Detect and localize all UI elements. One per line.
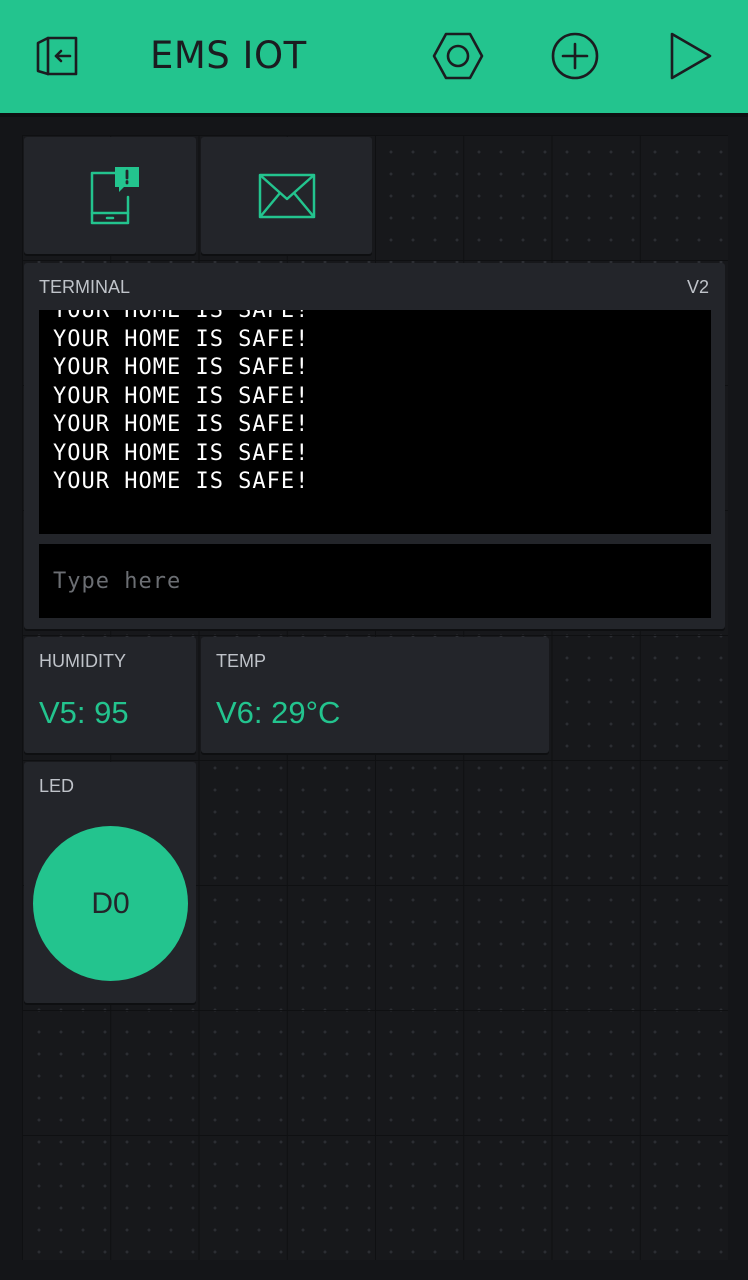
d0-button[interactable]: D0 bbox=[33, 826, 188, 981]
terminal-widget: TERMINAL V2 YOUR HOME IS SAFE! YOUR HOME … bbox=[24, 263, 725, 629]
humidity-widget: HUMIDITY V5: 95 bbox=[24, 637, 196, 753]
notification-widget[interactable] bbox=[24, 137, 196, 254]
terminal-line: YOUR HOME IS SAFE! bbox=[53, 355, 310, 380]
phone-notification-icon bbox=[86, 165, 140, 231]
humidity-label: HUMIDITY bbox=[39, 651, 126, 671]
terminal-pin: V2 bbox=[686, 277, 709, 297]
terminal-input-box[interactable] bbox=[39, 544, 711, 618]
terminal-lines: YOUR HOME IS SAFE! YOUR HOME IS SAFE! YOUR… bbox=[53, 310, 309, 497]
settings-nut-icon[interactable] bbox=[432, 30, 484, 82]
temp-label: TEMP bbox=[216, 651, 267, 671]
terminal-line: YOUR HOME IS SAFE! bbox=[53, 383, 310, 409]
top-bar: EMS IOT bbox=[0, 0, 748, 113]
terminal-line: YOUR HOME IS SAFE! bbox=[53, 326, 310, 352]
play-icon[interactable] bbox=[664, 30, 716, 82]
terminal-line: YOUR HOME IS SAFE! bbox=[53, 412, 310, 437]
add-widget-icon[interactable] bbox=[549, 30, 601, 82]
terminal-line: YOUR HOME IS SAFE! bbox=[53, 469, 310, 494]
led-widget: LED D0 bbox=[24, 762, 196, 1003]
email-widget[interactable] bbox=[201, 137, 372, 254]
humidity-value: V5: 95 bbox=[39, 695, 129, 730]
led-label: LED bbox=[39, 776, 75, 796]
terminal-line: YOUR HOME IS SAFE! bbox=[53, 310, 310, 323]
terminal-input[interactable] bbox=[39, 544, 711, 618]
envelope-icon bbox=[258, 173, 316, 223]
top-bar-shadow bbox=[0, 113, 748, 117]
project-title: EMS IOT bbox=[150, 34, 307, 77]
terminal-label: TERMINAL bbox=[39, 277, 131, 297]
exit-project-icon[interactable] bbox=[32, 30, 84, 82]
temp-widget: TEMP V6: 29°C bbox=[201, 637, 549, 753]
temp-value: V6: 29°C bbox=[216, 695, 341, 730]
terminal-output[interactable]: YOUR HOME IS SAFE! YOUR HOME IS SAFE! YOUR… bbox=[39, 310, 711, 534]
terminal-line: YOUR HOME IS SAFE! bbox=[53, 440, 310, 466]
